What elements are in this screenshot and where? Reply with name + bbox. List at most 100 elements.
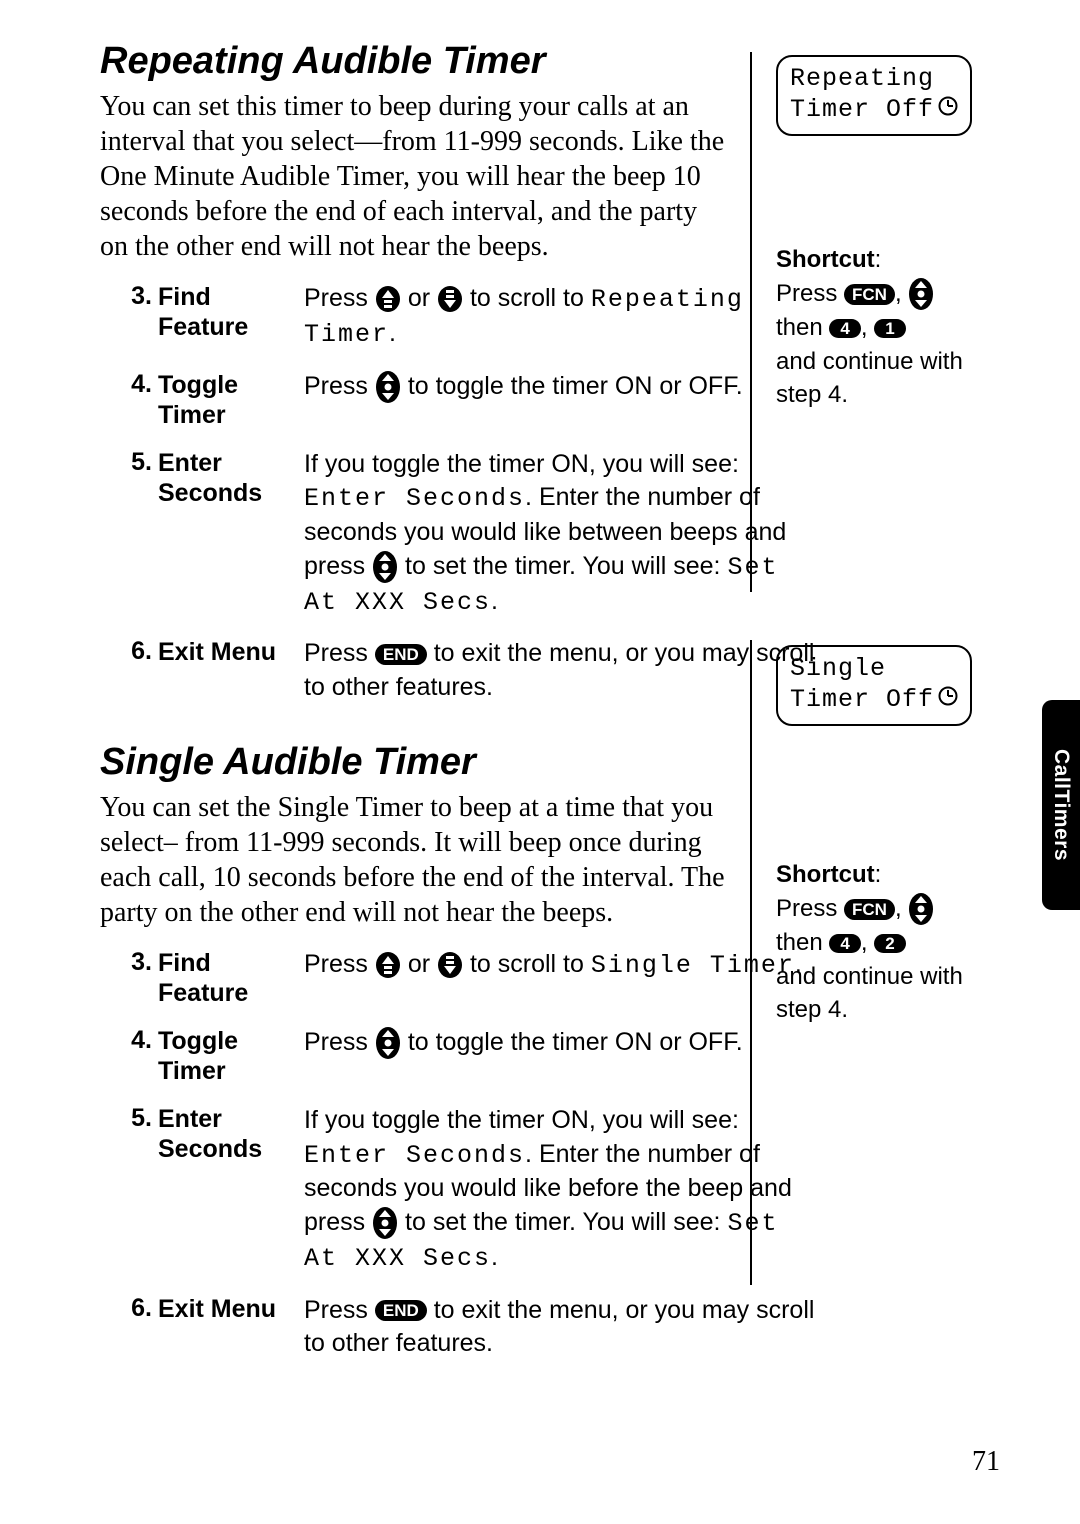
step-label: Enter Seconds [158,448,304,508]
vertical-rule [750,640,752,1285]
select-key-icon [375,1026,401,1060]
text: then [776,929,823,956]
digit-key-icon: 1 [874,319,905,338]
text: to set the timer. You will see: [405,1208,727,1236]
step-body: Press to toggle the timer ON or OFF. [304,1026,820,1060]
section-intro: You can set the Single Timer to beep at … [100,790,730,930]
digit-key-icon: 4 [829,319,860,338]
step-number: 4. [106,370,158,399]
lcd-text: Enter Seconds [304,484,525,513]
text: to toggle the timer ON or OFF. [408,1028,743,1056]
lcd-display: Repeating Timer Off [776,55,972,136]
step-number: 4. [106,1026,158,1055]
text: Press [776,895,844,922]
step-number: 5. [106,448,158,477]
step: 5. Enter Seconds If you toggle the timer… [100,1104,820,1276]
clock-icon [938,684,958,715]
section-repeating: Repeating Audible Timer You can set this… [100,40,820,705]
text: If you toggle the timer ON, you will see… [304,450,739,478]
step-label: Exit Menu [158,637,304,667]
text: Press [304,284,375,312]
lcd-display: Single Timer Off [776,645,972,726]
step-label: Enter Seconds [158,1104,304,1164]
digit-key-icon: 4 [829,934,860,953]
step-label: Find Feature [158,282,304,342]
step-body: Press or to scroll to Repeating Timer. [304,282,820,352]
text: or [408,950,437,978]
shortcut-label: Shortcut [776,246,875,273]
step: 4. Toggle Timer Press to toggle the time… [100,370,820,430]
step: 6. Exit Menu Press END to exit the menu,… [100,637,820,705]
text: Press [304,372,375,400]
step-body: If you toggle the timer ON, you will see… [304,1104,820,1276]
section-single: Single Audible Timer You can set the Sin… [100,741,820,1361]
step-number: 6. [106,1294,158,1323]
text: to toggle the timer ON or OFF. [408,372,743,400]
select-key-icon [372,550,398,584]
step-body: Press or to scroll to Single Timer. [304,948,820,983]
volume-up-icon [375,285,401,313]
step-body: Press END to exit the menu, or you may s… [304,637,820,705]
step-body: If you toggle the timer ON, you will see… [304,448,820,620]
text: . [491,587,498,615]
text: Press [304,639,375,667]
volume-up-icon [375,951,401,979]
text: to scroll to [470,950,591,978]
step-number: 6. [106,637,158,666]
text: Press [304,1028,375,1056]
text: Press [304,950,375,978]
shortcut-label: Shortcut [776,861,875,888]
step-number: 3. [106,282,158,311]
step: 3. Find Feature Press or to scroll to Re… [100,282,820,352]
step-label: Toggle Timer [158,1026,304,1086]
digit-key-icon: 2 [874,934,905,953]
section-tab-label: CallTimers [1049,749,1073,861]
step-body: Press to toggle the timer ON or OFF. [304,370,820,404]
section-tab: CallTimers [1042,700,1080,910]
clock-icon [938,94,958,125]
volume-down-icon [437,285,463,313]
text: Press [304,1296,375,1324]
lcd-line: Timer Off [790,684,958,715]
shortcut-box: Shortcut: Press FCN, then 4, 2 and conti… [776,858,986,1027]
volume-down-icon [437,951,463,979]
lcd-text: Single Timer [591,951,795,980]
step: 6. Exit Menu Press END to exit the menu,… [100,1294,820,1362]
text: Press [776,280,844,307]
end-key-icon: END [375,1300,427,1321]
steps-list: 3. Find Feature Press or to scroll to Si… [100,948,820,1361]
text: to set the timer. You will see: [405,552,727,580]
step-label: Exit Menu [158,1294,304,1324]
fcn-key-icon: FCN [844,284,895,305]
text: If you toggle the timer ON, you will see… [304,1106,739,1134]
fcn-key-icon: FCN [844,899,895,920]
page-number: 71 [972,1446,1000,1478]
step: 4. Toggle Timer Press to toggle the time… [100,1026,820,1086]
section-title: Single Audible Timer [100,741,820,784]
step-label: Toggle Timer [158,370,304,430]
step-number: 3. [106,948,158,977]
select-key-icon [375,370,401,404]
section-intro: You can set this timer to beep during yo… [100,89,730,264]
text: . [491,1243,498,1271]
lcd-line: Repeating [790,63,958,94]
step-number: 5. [106,1104,158,1133]
text: and continue with step 4. [776,348,963,409]
text: to scroll to [470,284,591,312]
steps-list: 3. Find Feature Press or to scroll to Re… [100,282,820,705]
manual-page: { "page_number": "71", "side_tab": "Call… [0,0,1080,1524]
select-key-icon [372,1206,398,1240]
text: or [408,284,437,312]
end-key-icon: END [375,644,427,665]
vertical-rule [750,52,752,592]
step: 5. Enter Seconds If you toggle the timer… [100,448,820,620]
select-key-icon [908,892,934,926]
lcd-text: Enter Seconds [304,1141,525,1170]
lcd-line: Single [790,653,958,684]
lcd-text: Timer Off [790,94,934,125]
section-title: Repeating Audible Timer [100,40,820,83]
text: and continue with step 4. [776,963,963,1024]
lcd-line: Timer Off [790,94,958,125]
step: 3. Find Feature Press or to scroll to Si… [100,948,820,1008]
step-body: Press END to exit the menu, or you may s… [304,1294,820,1362]
